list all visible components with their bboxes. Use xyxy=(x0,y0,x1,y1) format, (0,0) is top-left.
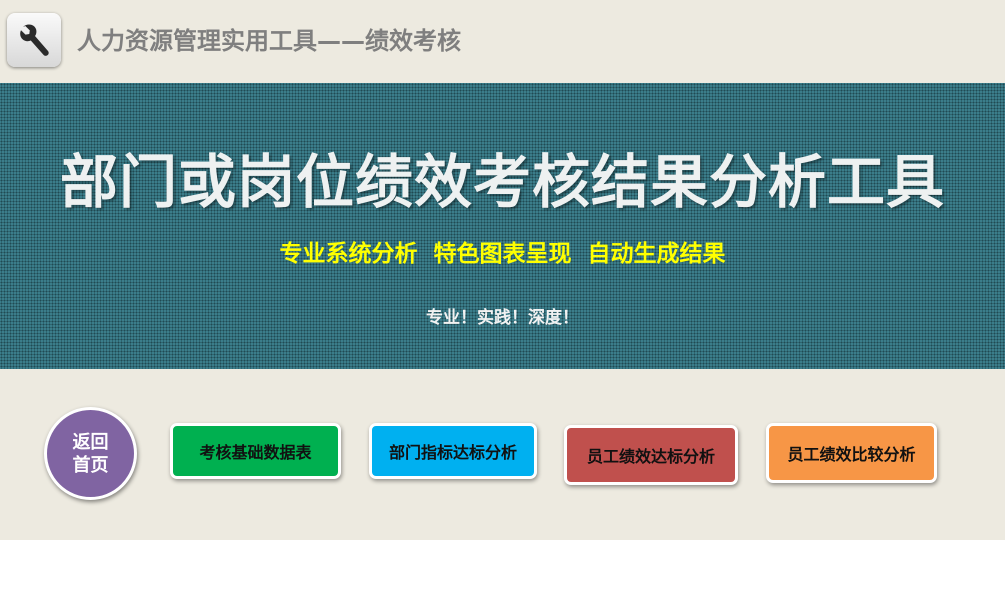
navigation-bar: 返回 首页 考核基础数据表 部门指标达标分析 员工绩效达标分析 员工绩效比较分析 xyxy=(0,369,1005,540)
employee-comparison-analysis-button[interactable]: 员工绩效比较分析 xyxy=(766,423,937,483)
base-data-table-button[interactable]: 考核基础数据表 xyxy=(170,423,341,479)
hero-banner: 部门或岗位绩效考核结果分析工具 专业系统分析 特色图表呈现 自动生成结果 专业！… xyxy=(0,83,1005,369)
employee-attainment-analysis-button[interactable]: 员工绩效达标分析 xyxy=(564,425,738,485)
banner-title: 部门或岗位绩效考核结果分析工具 xyxy=(59,148,945,216)
banner-slogan: 专业！实践！深度！ xyxy=(426,308,579,328)
home-button-label-line2: 首页 xyxy=(72,454,109,476)
dept-indicator-analysis-button[interactable]: 部门指标达标分析 xyxy=(369,423,537,479)
app-header: 人力资源管理实用工具——绩效考核 xyxy=(0,0,1005,83)
home-button-label-line1: 返回 xyxy=(72,431,109,453)
banner-subtitle: 专业系统分析 特色图表呈现 自动生成结果 xyxy=(279,241,726,267)
home-button[interactable]: 返回 首页 xyxy=(44,407,137,500)
app-title: 人力资源管理实用工具——绩效考核 xyxy=(77,27,461,55)
wrench-icon xyxy=(7,13,61,67)
